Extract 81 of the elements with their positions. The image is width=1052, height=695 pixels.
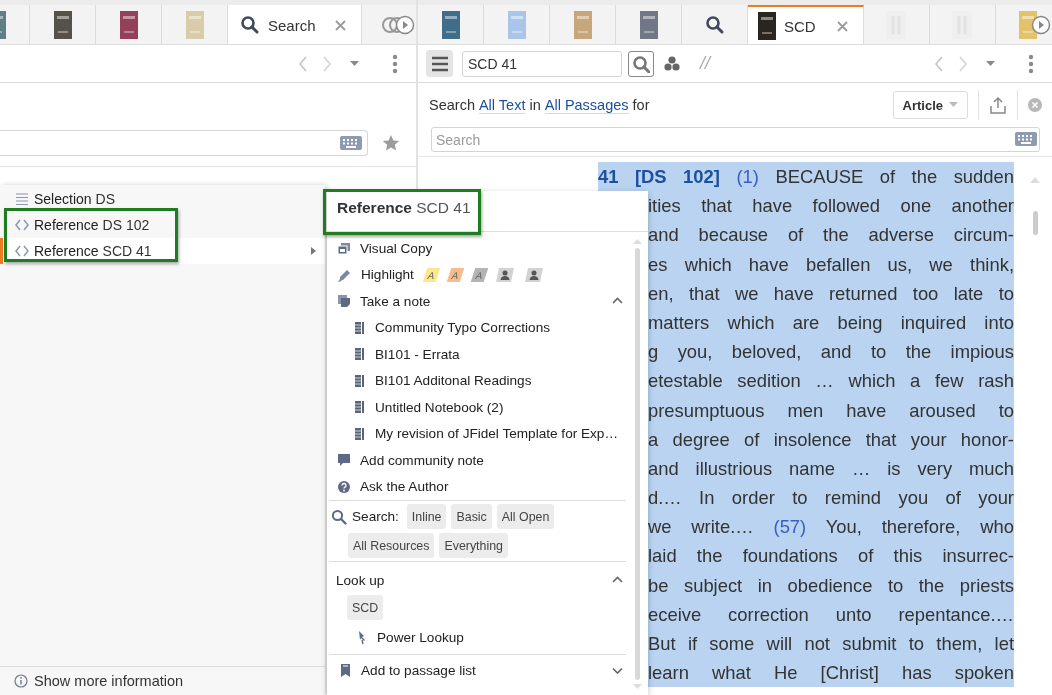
toggle-icon [382, 15, 402, 34]
notebook-icon [353, 426, 365, 441]
back-icon[interactable] [297, 54, 309, 73]
search-label: Search: [331, 508, 399, 525]
search-icon [240, 15, 260, 35]
copy-icon [337, 241, 351, 255]
menu-button[interactable] [426, 50, 453, 77]
menu-item[interactable]: Reference SCD 41 [0, 238, 325, 264]
scroll-thumb[interactable] [635, 248, 640, 680]
cluster-icon[interactable] [664, 56, 680, 71]
highlight-swatch[interactable]: A [422, 267, 441, 282]
notebook-icon [353, 320, 365, 335]
search-option-button[interactable]: All Resources [348, 533, 435, 558]
notebook-icon [353, 400, 365, 415]
forward-icon[interactable] [957, 54, 969, 73]
reference-field[interactable]: SCD 41 [462, 50, 622, 77]
menu-title: Reference SCD 41 [337, 199, 471, 216]
search-option-button[interactable]: Inline [406, 504, 447, 529]
speech-bubble-icon [337, 453, 351, 468]
menu-item[interactable]: Add to passage list [329, 657, 626, 684]
caret-icon [949, 102, 958, 108]
search-option-button[interactable]: Basic [451, 504, 492, 529]
info-icon [14, 674, 28, 688]
show-more-link[interactable]: Show more information [0, 666, 325, 695]
more-icon[interactable] [392, 53, 398, 74]
scroll-thumb[interactable] [1032, 211, 1038, 235]
tab[interactable]: Search [228, 5, 362, 44]
dropdown-icon[interactable] [985, 60, 996, 67]
lines-icon [15, 192, 29, 206]
menu-item[interactable]: Untitled Notebook (2) [327, 394, 626, 421]
lookup-button[interactable]: SCD [347, 595, 384, 620]
keyboard-icon[interactable] [340, 135, 362, 150]
more-icon[interactable] [1028, 53, 1034, 74]
menu-item[interactable]: Visual Copy [327, 235, 626, 262]
search-query-text: Search All Text in All Passages for [429, 96, 650, 114]
person-swatch-icon[interactable] [494, 266, 515, 283]
section-header[interactable]: Look up [329, 565, 626, 595]
close-icon[interactable] [1028, 98, 1042, 112]
share-icon[interactable] [989, 96, 1007, 114]
search-button[interactable] [628, 50, 654, 77]
chevron-up-icon[interactable] [612, 297, 623, 306]
notebook-icon [353, 347, 365, 362]
close-icon[interactable] [835, 19, 849, 33]
menu-item[interactable]: Power Lookup [329, 624, 626, 651]
type-dropdown[interactable]: Article [892, 91, 968, 119]
menu-item[interactable]: Add community note [327, 447, 626, 474]
menu-item[interactable]: Highlight A A A [327, 261, 626, 288]
keyboard-icon[interactable] [1015, 132, 1037, 146]
menu-item[interactable]: BI101 - Errata [327, 341, 626, 368]
notebook-icon [353, 373, 365, 388]
tab[interactable]: SCD [748, 5, 864, 44]
back-icon[interactable] [933, 54, 945, 73]
menu-item[interactable]: Take a note [327, 288, 626, 315]
question-icon [337, 479, 351, 494]
star-icon[interactable] [382, 133, 400, 152]
menu-item[interactable]: BI101 Additonal Readings [327, 367, 626, 394]
code-icon [15, 244, 29, 258]
search-icon [704, 14, 725, 35]
chevron-up-icon[interactable] [612, 576, 623, 584]
menu-item[interactable]: Reference DS 102 [0, 212, 325, 238]
search-icon [331, 508, 347, 525]
menu-item[interactable]: Selection DS [0, 186, 325, 212]
search-field[interactable] [0, 129, 368, 156]
link[interactable]: All Passages [544, 96, 629, 114]
menu-item[interactable]: Community Typo Corrections [327, 314, 626, 341]
highlight-swatch[interactable]: A [446, 267, 465, 282]
note-icon [337, 294, 351, 309]
chevron-down-icon[interactable] [612, 666, 623, 675]
close-icon[interactable] [333, 18, 347, 32]
link[interactable]: All Text [478, 96, 526, 114]
menu-item[interactable]: My revision of JFidel Template for Exp… [327, 420, 626, 447]
menu-icon [429, 54, 450, 73]
dropdown-icon[interactable] [349, 60, 360, 67]
bookmark-icon [339, 663, 352, 679]
search-option-button[interactable]: All Open [496, 504, 555, 529]
search-option-button[interactable]: Everything [439, 533, 508, 558]
forward-icon[interactable] [321, 54, 333, 73]
search-field[interactable]: Search [431, 127, 1040, 152]
code-icon [15, 218, 29, 232]
menu-item[interactable]: Ask the Author [327, 473, 626, 500]
person-swatch-icon[interactable] [523, 266, 544, 283]
